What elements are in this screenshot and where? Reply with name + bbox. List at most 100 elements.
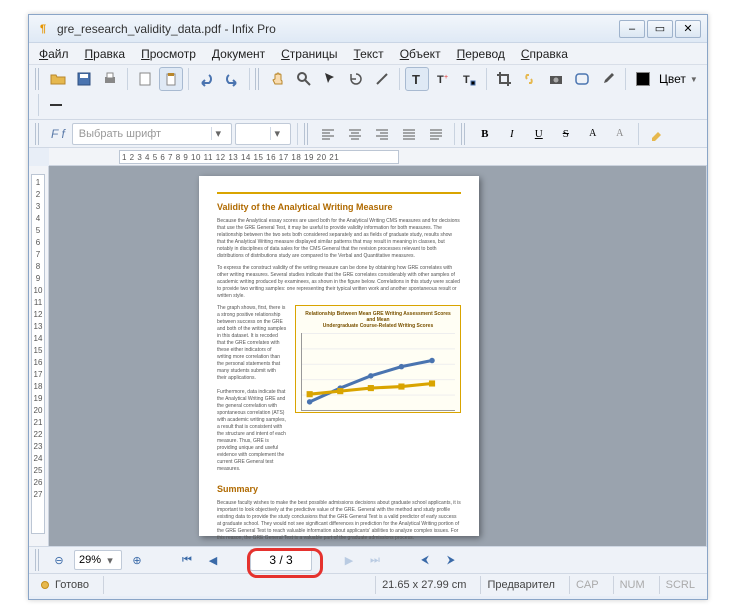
- clipboard-button[interactable]: [159, 67, 183, 91]
- menu-text[interactable]: Текст: [347, 45, 389, 63]
- menu-edit[interactable]: Правка: [79, 45, 132, 63]
- toolbar-grip-6[interactable]: [35, 549, 41, 571]
- doc-heading-1: Validity of the Analytical Writing Measu…: [217, 202, 461, 212]
- toolbar-grip-4[interactable]: [304, 123, 310, 145]
- last-page-button[interactable]: ⏭: [364, 550, 386, 570]
- status-ready: Готово: [35, 576, 95, 594]
- menubar: Файл Правка Просмотр Документ Страницы Т…: [29, 43, 707, 65]
- app-icon: ¶: [35, 21, 51, 37]
- doc-chart: Relationship Between Mean GRE Writing As…: [295, 305, 461, 413]
- ocr-tool[interactable]: [570, 67, 594, 91]
- first-page-button[interactable]: ⏮: [176, 550, 198, 570]
- prev-page-button[interactable]: ◀: [202, 550, 224, 570]
- zoom-value[interactable]: 29%▾: [74, 550, 122, 570]
- pointer-tool[interactable]: [318, 67, 342, 91]
- color-swatch[interactable]: [631, 67, 655, 91]
- svg-text:T: T: [412, 72, 420, 87]
- menu-file[interactable]: Файл: [33, 45, 75, 63]
- hand-tool[interactable]: [266, 67, 290, 91]
- eyedropper-tool[interactable]: [596, 67, 620, 91]
- svg-text:T: T: [437, 74, 444, 86]
- titlebar[interactable]: ¶ gre_research_validity_data.pdf - Infix…: [29, 15, 707, 43]
- maximize-button[interactable]: ▭: [647, 20, 673, 38]
- menu-object[interactable]: Объект: [394, 45, 447, 63]
- line-tool[interactable]: [370, 67, 394, 91]
- stroke-button[interactable]: [44, 93, 68, 117]
- rotate-tool[interactable]: [344, 67, 368, 91]
- status-cap: CAP: [569, 576, 605, 594]
- chart-title: Relationship Between Mean GRE Writing As…: [301, 311, 455, 329]
- navigation-bar: ⊖ 29%▾ ⊕ ⏮ ◀ 3 / 3 ▶ ⏭ ⮜ ⮞: [29, 546, 707, 574]
- page-setup-button[interactable]: [133, 67, 157, 91]
- menu-pages[interactable]: Страницы: [275, 45, 343, 63]
- status-dimensions: 21.65 x 27.99 cm: [375, 576, 472, 594]
- app-window: ¶ gre_research_validity_data.pdf - Infix…: [28, 14, 708, 600]
- window-title: gre_research_validity_data.pdf - Infix P…: [57, 22, 619, 36]
- bold-button[interactable]: B: [473, 122, 497, 146]
- statusbar: Готово 21.65 x 27.99 cm Предварител CAP …: [29, 574, 707, 596]
- toolbar-grip-5[interactable]: [461, 123, 467, 145]
- status-preview[interactable]: Предварител: [480, 576, 561, 594]
- camera-tool[interactable]: [544, 67, 568, 91]
- superscript-button[interactable]: A: [581, 122, 605, 146]
- menu-document[interactable]: Документ: [206, 45, 271, 63]
- italic-button[interactable]: I: [500, 122, 524, 146]
- align-left-button[interactable]: [316, 122, 340, 146]
- font-size-select[interactable]: ▾: [235, 123, 291, 145]
- undo-button[interactable]: [194, 67, 218, 91]
- svg-text:T: T: [463, 74, 470, 86]
- link-tool[interactable]: [518, 67, 542, 91]
- font-family-select[interactable]: Выбрать шрифт▾: [72, 123, 232, 145]
- doc-heading-2: Summary: [217, 484, 461, 494]
- menu-help[interactable]: Справка: [515, 45, 574, 63]
- doc-para: To express the construct validity of the…: [217, 265, 461, 300]
- doc-top-rule: [217, 192, 461, 194]
- redo-button[interactable]: [220, 67, 244, 91]
- text-link-tool[interactable]: T: [457, 67, 481, 91]
- close-button[interactable]: ✕: [675, 20, 701, 38]
- toolbar-grip-3[interactable]: [35, 123, 41, 145]
- svg-text:+: +: [444, 74, 448, 81]
- minimize-button[interactable]: –: [619, 20, 645, 38]
- strike-button[interactable]: S: [554, 122, 578, 146]
- toolbar-grip-2[interactable]: [255, 68, 261, 90]
- chart-plot-area: [301, 333, 455, 411]
- prev-view-button[interactable]: ⮜: [414, 550, 436, 570]
- doc-para: The graph shows, first, there is a stron…: [217, 305, 287, 473]
- pdf-page[interactable]: Validity of the Analytical Writing Measu…: [199, 176, 479, 536]
- align-right-button[interactable]: [370, 122, 394, 146]
- status-scrl: SCRL: [659, 576, 701, 594]
- next-page-button[interactable]: ▶: [338, 550, 360, 570]
- workarea: 1234567891011121314151617181920212223242…: [29, 166, 707, 546]
- align-center-button[interactable]: [343, 122, 367, 146]
- align-justify-button[interactable]: [397, 122, 421, 146]
- highlight-button[interactable]: [645, 122, 669, 146]
- save-button[interactable]: [72, 67, 96, 91]
- doc-para: Because the Analytical essay scores are …: [217, 218, 461, 260]
- status-num: NUM: [613, 576, 651, 594]
- next-view-button[interactable]: ⮞: [440, 550, 462, 570]
- open-button[interactable]: [46, 67, 70, 91]
- subscript-button[interactable]: A: [608, 122, 632, 146]
- zoom-in-button[interactable]: ⊕: [126, 550, 148, 570]
- font-marker-icon: F f: [47, 127, 69, 141]
- font-toolbar: F f Выбрать шрифт▾ ▾ B I U S A A: [29, 120, 707, 148]
- zoom-out-button[interactable]: ⊖: [48, 550, 70, 570]
- doc-para: Because faculty wishes to make the best …: [217, 500, 461, 542]
- document-canvas[interactable]: Validity of the Analytical Writing Measu…: [49, 166, 707, 546]
- underline-button[interactable]: U: [527, 122, 551, 146]
- vertical-ruler[interactable]: 1234567891011121314151617181920212223242…: [29, 166, 49, 546]
- menu-view[interactable]: Просмотр: [135, 45, 202, 63]
- page-indicator[interactable]: 3 / 3: [250, 549, 312, 571]
- horizontal-ruler[interactable]: 1 2 3 4 5 6 7 8 9 10 11 12 13 14 15 16 1…: [49, 148, 707, 166]
- main-toolbar: T T+ T Цвет ▼: [29, 65, 707, 120]
- color-label: Цвет: [657, 72, 688, 86]
- toolbar-grip[interactable]: [35, 68, 41, 90]
- text-tool[interactable]: T: [405, 67, 429, 91]
- text-plus-tool[interactable]: T+: [431, 67, 455, 91]
- align-justify-full-button[interactable]: [424, 122, 448, 146]
- crop-tool[interactable]: [492, 67, 516, 91]
- zoom-tool[interactable]: [292, 67, 316, 91]
- print-button[interactable]: [98, 67, 122, 91]
- menu-translate[interactable]: Перевод: [451, 45, 511, 63]
